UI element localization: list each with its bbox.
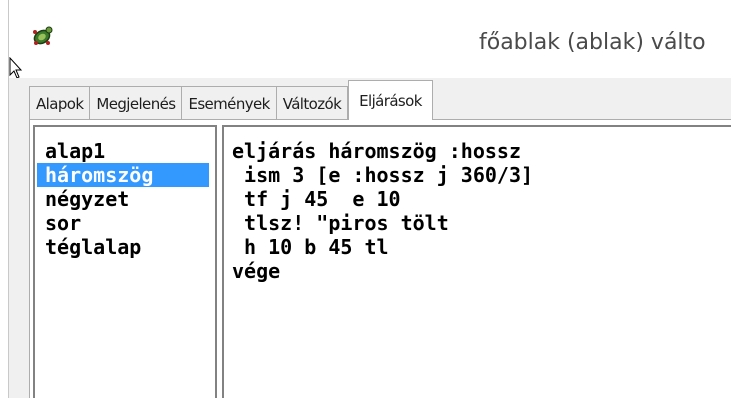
window-title: főablak (ablak) válto xyxy=(479,30,706,55)
tab-strip: Alapok Megjelenés Események Változók Elj… xyxy=(29,80,433,120)
list-item-selected[interactable]: háromszög xyxy=(37,163,209,187)
procedure-list[interactable]: alap1 háromszög négyzet sor téglalap xyxy=(33,125,217,398)
window-edge xyxy=(0,0,9,398)
tab-eljarasok[interactable]: Eljárások xyxy=(348,80,433,120)
tab-alapok[interactable]: Alapok xyxy=(29,86,91,120)
title-bar[interactable]: főablak (ablak) válto xyxy=(9,0,731,78)
code-line: ism 3 [e :hossz j 360/3] xyxy=(232,163,534,187)
code-line: tf j 45 e 10 xyxy=(232,187,401,211)
tab-megjelenes[interactable]: Megjelenés xyxy=(89,86,183,120)
list-item[interactable]: sor xyxy=(37,211,209,235)
main-window: főablak (ablak) válto Alapok Megjelenés … xyxy=(0,0,731,398)
code-line: tlsz! "piros tölt xyxy=(232,211,449,235)
code-line: eljárás háromszög :hossz xyxy=(232,139,521,163)
list-item[interactable]: téglalap xyxy=(37,235,209,259)
tab-valtozok[interactable]: Változók xyxy=(275,86,349,120)
code-line: vége xyxy=(232,259,281,283)
list-item[interactable]: alap1 xyxy=(37,139,209,163)
turtle-icon[interactable] xyxy=(29,24,55,48)
tab-esemenyek[interactable]: Események xyxy=(181,86,277,120)
list-item[interactable]: négyzet xyxy=(37,187,209,211)
code-editor[interactable]: eljárás háromszög :hossz ism 3 [e :hossz… xyxy=(222,125,731,398)
code-line: h 10 b 45 tl xyxy=(232,235,389,259)
